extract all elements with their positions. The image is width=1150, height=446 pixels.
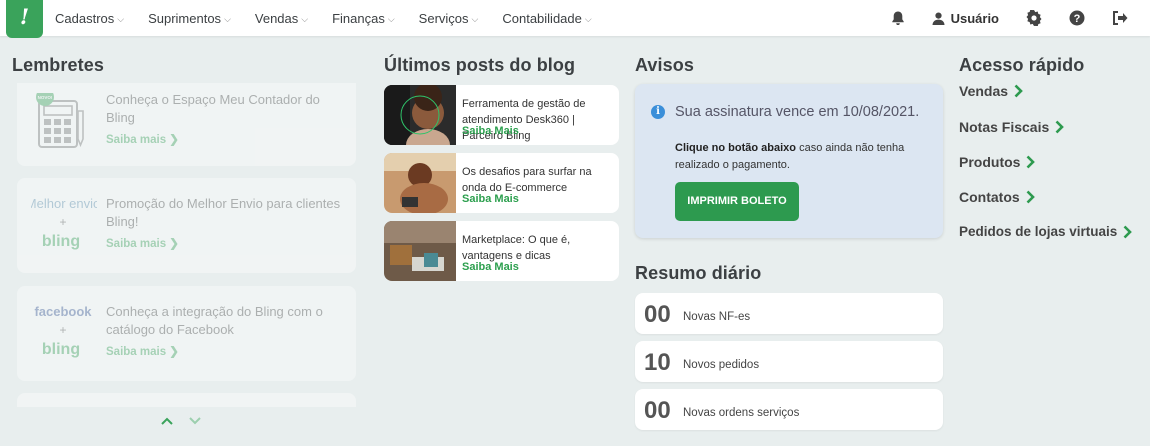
chevron-up-icon[interactable] (160, 416, 174, 426)
summary-label: Novas NF-es (683, 311, 751, 323)
lembrete-card[interactable]: NOVO! Conheça o Espaço Meu Contador do B… (17, 83, 356, 166)
bell-icon[interactable] (888, 8, 908, 28)
svg-text:+: + (59, 215, 66, 229)
saiba-mais-link[interactable]: Saiba Mais (462, 193, 519, 205)
bling-logo[interactable]: ! (6, 0, 43, 38)
menu-servicos[interactable]: Serviços ⌵ (419, 11, 479, 26)
svg-text:+: + (59, 323, 66, 337)
saiba-mais-link[interactable]: Saiba mais ❯ (106, 344, 179, 358)
notice-card: i Sua assinatura vence em 10/08/2021. Cl… (635, 84, 943, 238)
svg-text:bling: bling (42, 233, 80, 250)
chevron-down-icon: ⌵ (471, 13, 479, 24)
blog-post-card[interactable]: Os desafios para surfar na onda do E-com… (384, 153, 619, 213)
quick-link-vendas[interactable]: Vendas (959, 83, 1023, 99)
main-menu: Cadastros ⌵ Suprimentos ⌵ Vendas ⌵ Finanças… (55, 0, 616, 36)
blog-heading: Últimos posts do blog (384, 55, 576, 75)
help-icon[interactable]: ? (1067, 8, 1087, 28)
lembrete-title: Conheça a integração do Bling com o catá… (106, 304, 323, 337)
carousel-arrows (160, 416, 202, 426)
chevron-down-icon: ⌵ (584, 13, 592, 24)
resumo-heading: Resumo diário (635, 263, 762, 283)
chevron-right-icon (1014, 84, 1023, 98)
top-navbar: ! Cadastros ⌵ Suprimentos ⌵ Vendas ⌵ Finanç… (0, 0, 1150, 38)
logout-icon[interactable] (1110, 8, 1130, 28)
chevron-right-icon (1123, 225, 1133, 238)
blog-thumbnail (384, 85, 456, 145)
svg-text:NOVO!: NOVO! (38, 95, 53, 100)
svg-text:?: ? (1074, 13, 1081, 25)
menu-suprimentos[interactable]: Suprimentos ⌵ (148, 11, 231, 26)
user-label: Usuário (950, 10, 999, 26)
summary-card[interactable]: 10 Novos pedidos (635, 341, 943, 382)
chevron-right-icon (1027, 155, 1036, 169)
chevron-right-icon (1055, 120, 1065, 134)
lembrete-card[interactable]: facebook + bling Conheça a integração do… (17, 286, 356, 381)
menu-contabilidade[interactable]: Contabilidade ⌵ (502, 11, 591, 26)
lembretes-heading: Lembretes (12, 55, 104, 75)
svg-text:bling: bling (42, 341, 80, 358)
blog-post-card[interactable]: Ferramenta de gestão de atendimento Desk… (384, 85, 619, 145)
chevron-down-icon: ⌵ (224, 13, 231, 24)
menu-cadastros[interactable]: Cadastros ⌵ (55, 11, 124, 26)
right-nav: Usuário ? (888, 0, 1150, 36)
lembrete-title: Promoção do Melhor Envio para clientes B… (106, 196, 341, 229)
blog-post-title: Marketplace: O que é, vantagens e dicas (462, 234, 571, 262)
summary-value: 00 (644, 397, 671, 424)
lembrete-title: Conheça o Espaço Meu Contador do Bling (106, 92, 320, 125)
chevron-down-icon[interactable] (188, 416, 202, 426)
blog-post-card[interactable]: Marketplace: O que é, vantagens e dicas … (384, 221, 619, 281)
gear-icon[interactable] (1024, 8, 1044, 28)
chevron-right-icon (1026, 190, 1035, 204)
chevron-down-icon: ⌵ (387, 13, 395, 24)
calculator-icon: NOVO! (31, 88, 97, 163)
quick-link-contatos[interactable]: Contatos (959, 189, 1035, 205)
notice-message: Sua assinatura vence em 10/08/2021. (675, 104, 920, 120)
quick-link-pedidos-lojas-virtuais[interactable]: Pedidos de lojas virtuais (959, 224, 1133, 239)
menu-financas[interactable]: Finanças ⌵ (332, 11, 395, 26)
avisos-heading: Avisos (635, 55, 694, 75)
menu-vendas[interactable]: Vendas ⌵ (255, 11, 308, 26)
imprimir-boleto-button[interactable]: IMPRIMIR BOLETO (675, 182, 799, 221)
chevron-down-icon: ⌵ (117, 13, 125, 24)
blog-thumbnail (384, 153, 456, 213)
svg-text:Melhor envio: Melhor envio (31, 196, 97, 211)
summary-value: 10 (644, 349, 671, 376)
lembretes-list[interactable]: NOVO! Conheça o Espaço Meu Contador do B… (17, 83, 356, 407)
melhor-envio-bling-logo: Melhor envio + bling (26, 192, 100, 262)
saiba-mais-link[interactable]: Saiba mais ❯ (106, 132, 179, 146)
lembrete-card[interactable] (17, 393, 356, 407)
acesso-rapido-heading: Acesso rápido (959, 55, 1085, 75)
chevron-right-icon: ❯ (169, 346, 179, 358)
info-icon: i (651, 105, 665, 119)
summary-value: 00 (644, 301, 671, 328)
facebook-bling-logo: facebook + bling (31, 300, 97, 370)
quick-link-notas-fiscais[interactable]: Notas Fiscais (959, 119, 1065, 135)
svg-text:facebook: facebook (34, 304, 92, 319)
summary-label: Novas ordens serviços (683, 407, 800, 419)
user-menu[interactable]: Usuário (932, 11, 999, 26)
summary-card[interactable]: 00 Novas ordens serviços (635, 389, 943, 430)
lembrete-card[interactable]: Melhor envio + bling Promoção do Melhor … (17, 178, 356, 273)
blog-post-title: Os desafios para surfar na onda do E-com… (462, 166, 592, 194)
summary-label: Novos pedidos (683, 359, 760, 371)
summary-card[interactable]: 00 Novas NF-es (635, 293, 943, 334)
chevron-right-icon: ❯ (169, 238, 179, 250)
saiba-mais-link[interactable]: Saiba Mais (462, 125, 519, 137)
saiba-mais-link[interactable]: Saiba mais ❯ (106, 236, 179, 250)
quick-link-produtos[interactable]: Produtos (959, 154, 1036, 170)
saiba-mais-link[interactable]: Saiba Mais (462, 261, 519, 273)
user-icon (932, 12, 945, 25)
chevron-right-icon: ❯ (169, 134, 179, 146)
notice-subtext: Clique no botão abaixo caso ainda não te… (675, 142, 905, 171)
blog-thumbnail (384, 221, 456, 281)
chevron-down-icon: ⌵ (301, 13, 309, 24)
